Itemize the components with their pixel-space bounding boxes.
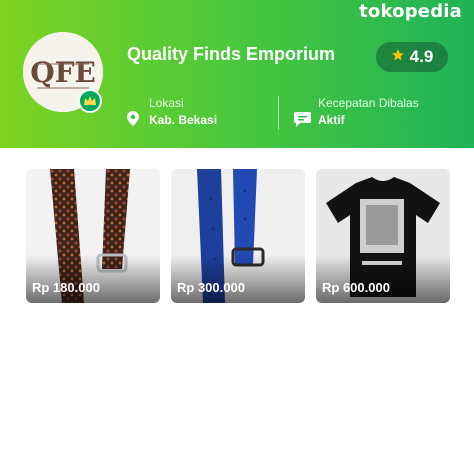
info-divider: [278, 96, 279, 130]
location-label: Lokasi: [149, 96, 184, 110]
rating-value: 4.9: [409, 47, 434, 66]
star-icon: [391, 47, 405, 67]
shop-name[interactable]: Quality Finds Emporium: [127, 44, 335, 65]
chat-bubble-icon: [294, 112, 311, 132]
product-price: Rp 600.000: [322, 280, 390, 295]
shop-logo-text: QFE: [30, 56, 96, 89]
shop-header: tokopedia QFE Quality Finds Emporium 4.9…: [0, 0, 474, 148]
crown-icon: [78, 89, 102, 113]
location-pin-icon: [127, 111, 139, 131]
location-value: Kab. Bekasi: [149, 113, 218, 127]
brand-logo: tokopedia: [359, 1, 462, 22]
price-shade: [26, 255, 160, 303]
price-shade: [171, 255, 305, 303]
product-card[interactable]: Rp 180.000: [26, 169, 160, 303]
price-shade: [316, 255, 450, 303]
product-card[interactable]: Rp 300.000: [171, 169, 305, 303]
product-price: Rp 180.000: [32, 280, 100, 295]
product-card[interactable]: Rp 600.000: [316, 169, 450, 303]
shop-avatar[interactable]: QFE: [23, 32, 103, 113]
product-price: Rp 300.000: [177, 280, 245, 295]
rating-badge[interactable]: 4.9: [376, 42, 448, 72]
response-value: Aktif: [318, 113, 345, 127]
response-label: Kecepatan Dibalas: [318, 96, 419, 110]
